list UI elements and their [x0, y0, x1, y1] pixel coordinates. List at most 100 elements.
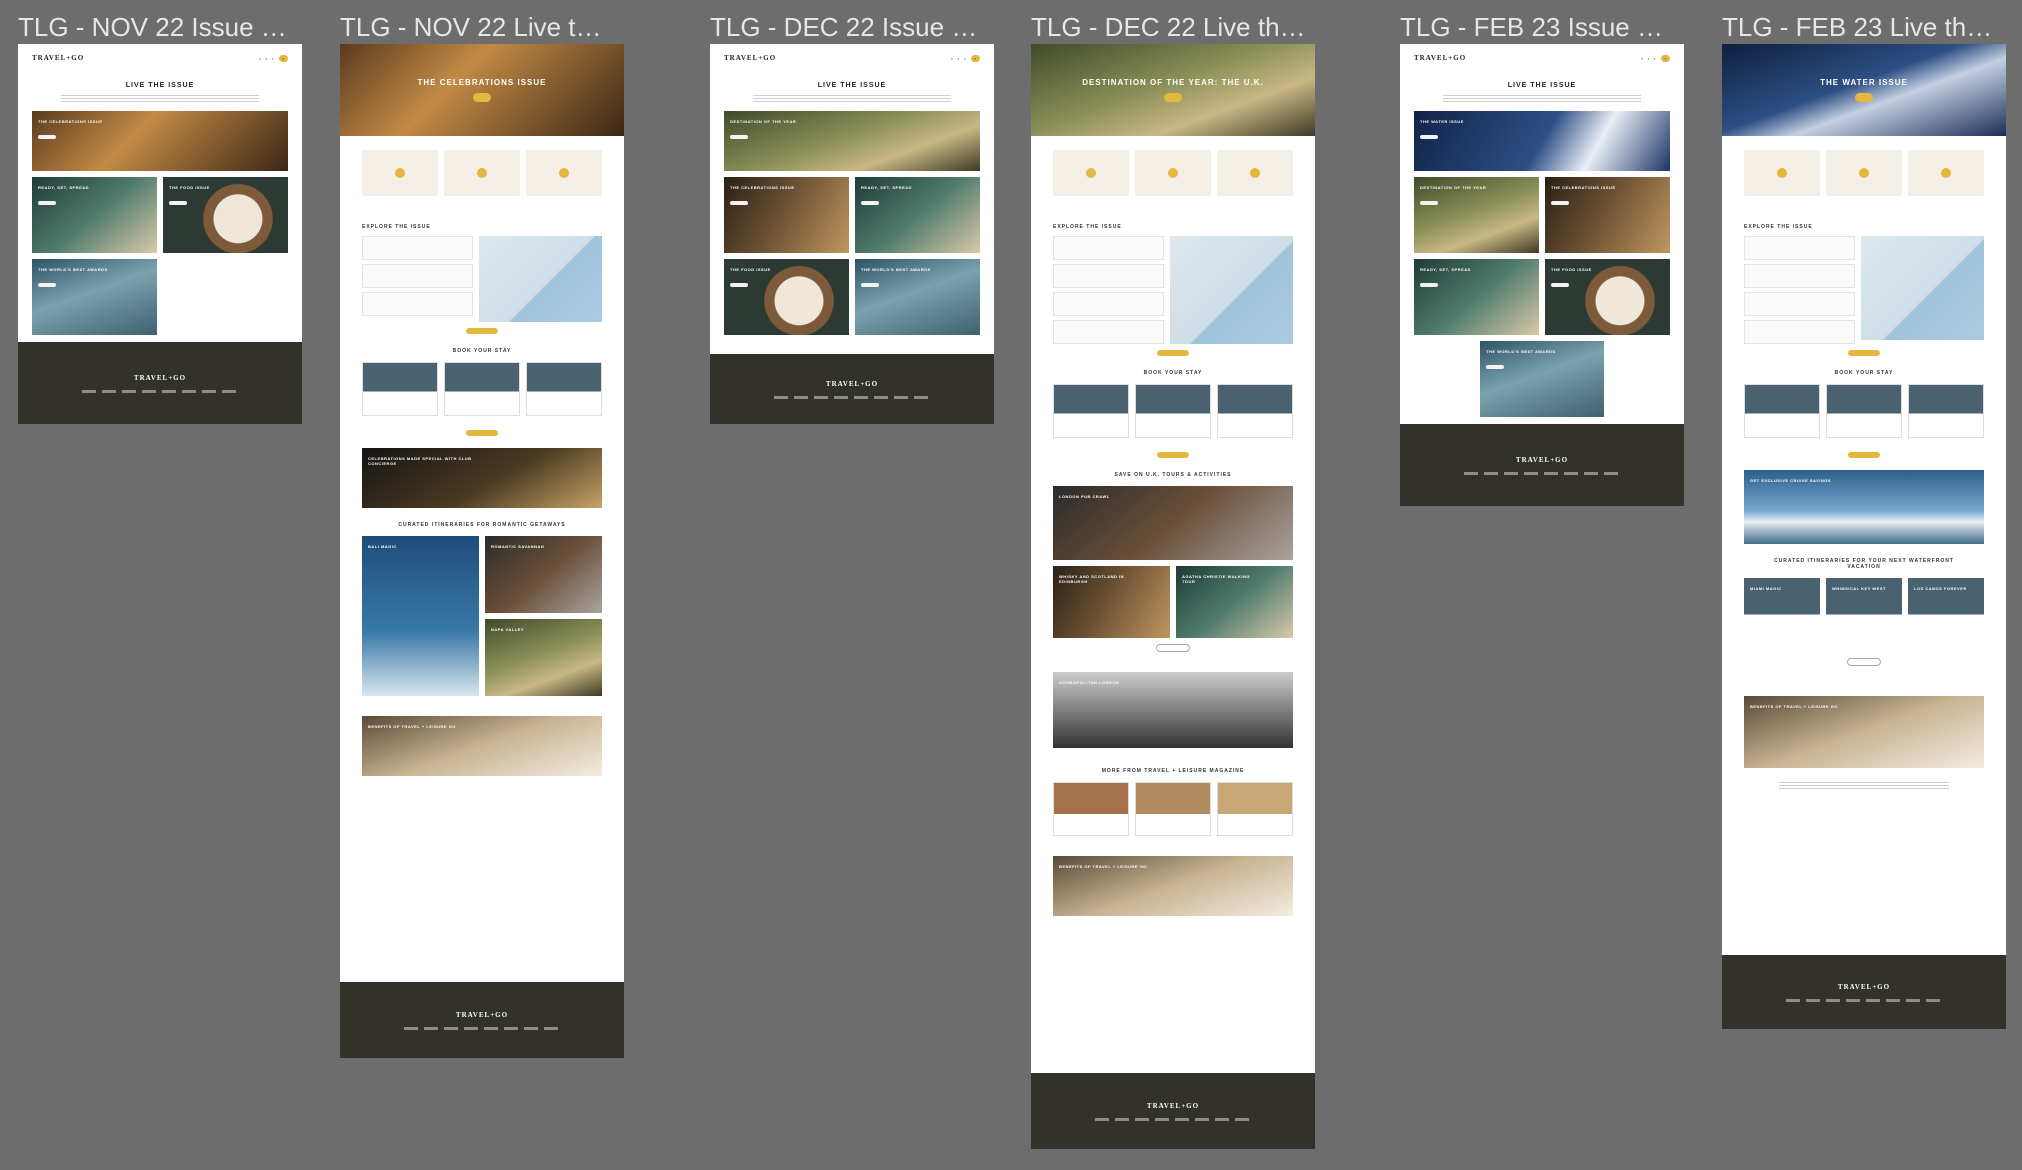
benefits-banner[interactable]: BENEFITS OF TRAVEL + LEISURE GO: [1744, 696, 1984, 768]
issue-card[interactable]: THE WORLD'S BEST AWARDS: [1480, 341, 1604, 417]
nov-live-frame[interactable]: THE CELEBRATIONS ISSUE EXPLORE THE ISSUE…: [340, 44, 624, 1058]
view-all-button[interactable]: [1156, 644, 1190, 652]
issue-card[interactable]: DESTINATION OF THE YEAR: [1414, 177, 1539, 253]
issue-card-label: DESTINATION OF THE YEAR: [1420, 185, 1487, 190]
benefits-banner[interactable]: BENEFITS OF TRAVEL + LEISURE GO: [362, 716, 602, 776]
issue-card[interactable]: THE FOOD ISSUE: [163, 177, 288, 253]
itinerary-card[interactable]: BALI MAGIC: [362, 536, 479, 696]
hero-cta[interactable]: [1855, 93, 1873, 102]
section-title: EXPLORE THE ISSUE: [1053, 224, 1122, 230]
hero-cta[interactable]: [1164, 93, 1182, 102]
issue-card[interactable]: THE WATER ISSUE: [1414, 111, 1670, 171]
footer-logo[interactable]: TRAVEL+GO: [456, 1011, 508, 1019]
site-logo[interactable]: TRAVEL+GO: [32, 54, 84, 62]
hero-banner: DESTINATION OF THE YEAR: THE U.K.: [1031, 44, 1315, 136]
site-logo[interactable]: TRAVEL+GO: [724, 54, 776, 62]
promo-banner[interactable]: CELEBRATIONS MADE SPECIAL WITH CLUB CONC…: [362, 448, 602, 508]
dec-landing-frame[interactable]: TRAVEL+GO ▪ ▪ ▪ ▪ LIVE THE ISSUE DESTINATIO…: [710, 44, 994, 424]
dec-live-frame[interactable]: DESTINATION OF THE YEAR: THE U.K. EXPLOR…: [1031, 44, 1315, 1149]
issue-card-label: THE WATER ISSUE: [1420, 119, 1464, 124]
view-more-button[interactable]: [1848, 452, 1880, 458]
feature-tiles: [340, 136, 624, 210]
tour-card[interactable]: LONDON PUB CRAWL: [1053, 486, 1293, 560]
top-nav: TRAVEL+GO ▪ ▪ ▪ ▪: [18, 44, 302, 72]
footer-logo[interactable]: TRAVEL+GO: [1516, 456, 1568, 464]
issue-card[interactable]: READY, SET, SPREAD: [32, 177, 157, 253]
issue-card[interactable]: DESTINATION OF THE YEAR: [724, 111, 980, 171]
map[interactable]: [1170, 236, 1293, 344]
view-more-button[interactable]: [466, 430, 498, 436]
footer-logo[interactable]: TRAVEL+GO: [134, 374, 186, 382]
benefits-label: BENEFITS OF TRAVEL + LEISURE GO: [1750, 704, 1838, 709]
tour-label: LONDON PUB CRAWL: [1059, 494, 1110, 499]
frame-title-5[interactable]: TLG - FEB 23 Issue Lan...: [1400, 12, 1675, 43]
map[interactable]: [479, 236, 602, 322]
itinerary-card[interactable]: MIAMI MAGIC: [1744, 578, 1820, 644]
issue-card[interactable]: THE FOOD ISSUE: [1545, 259, 1670, 335]
frame-title-2[interactable]: TLG - NOV 22 Live the i...: [340, 12, 615, 43]
issue-card-label: THE CELEBRATIONS ISSUE: [38, 119, 103, 124]
cruise-label: GET EXCLUSIVE CRUISE SAVINGS: [1750, 478, 1832, 483]
section-title: EXPLORE THE ISSUE: [1744, 224, 1813, 230]
issue-card[interactable]: THE CELEBRATIONS ISSUE: [724, 177, 849, 253]
hero-title: THE WATER ISSUE: [1820, 78, 1908, 87]
site-footer: TRAVEL+GO: [710, 354, 994, 424]
nov-landing-frame[interactable]: TRAVEL+GO ▪ ▪ ▪ ▪ LIVE THE ISSUE THE CELEBR…: [18, 44, 302, 424]
issue-card-label: THE CELEBRATIONS ISSUE: [730, 185, 795, 190]
frame-title-1[interactable]: TLG - NOV 22 Issue Lan...: [18, 12, 293, 43]
itinerary-card[interactable]: ROMANTIC SAVANNAH: [485, 536, 602, 613]
section-title: CURATED ITINERARIES FOR YOUR NEXT WATERF…: [1774, 558, 1954, 570]
map[interactable]: [1861, 236, 1984, 340]
feb-live-frame[interactable]: THE WATER ISSUE EXPLORE THE ISSUE BOOK Y…: [1722, 44, 2006, 1029]
footer-logo[interactable]: TRAVEL+GO: [826, 380, 878, 388]
footer-logo[interactable]: TRAVEL+GO: [1147, 1102, 1199, 1110]
hero-title: THE CELEBRATIONS ISSUE: [417, 78, 547, 87]
explore-button[interactable]: [1157, 350, 1189, 356]
issue-card-label: THE FOOD ISSUE: [169, 185, 210, 190]
issue-card[interactable]: THE CELEBRATIONS ISSUE: [1545, 177, 1670, 253]
itinerary-card[interactable]: LOS CABOS FOREVER: [1908, 578, 1984, 644]
benefits-banner[interactable]: BENEFITS OF TRAVEL + LEISURE GO: [1053, 856, 1293, 916]
tour-card[interactable]: COSMOPOLITAN LONDON: [1053, 672, 1293, 748]
itinerary-label: WHIMSICAL KEY WEST: [1832, 586, 1886, 591]
itinerary-card[interactable]: NAPA VALLEY: [485, 619, 602, 696]
issue-card[interactable]: THE WORLD'S BEST AWARDS: [855, 259, 980, 335]
issue-card[interactable]: THE FOOD ISSUE: [724, 259, 849, 335]
intro-title: LIVE THE ISSUE: [1507, 82, 1577, 89]
frame-title-4[interactable]: TLG - DEC 22 Live the i...: [1031, 12, 1306, 43]
promo-label: CELEBRATIONS MADE SPECIAL WITH CLUB CONC…: [368, 456, 472, 466]
issue-card-label: READY, SET, SPREAD: [1420, 267, 1472, 272]
frame-title-3[interactable]: TLG - DEC 22 Issue Lan...: [710, 12, 985, 43]
explore-button[interactable]: [1848, 350, 1880, 356]
issue-card-label: THE CELEBRATIONS ISSUE: [1551, 185, 1616, 190]
cruise-banner[interactable]: GET EXCLUSIVE CRUISE SAVINGS: [1744, 470, 1984, 544]
intro-text: [752, 93, 952, 103]
site-logo[interactable]: TRAVEL+GO: [1414, 54, 1466, 62]
view-all-button[interactable]: [1847, 658, 1881, 666]
itinerary-label: BALI MAGIC: [368, 544, 397, 549]
issue-card[interactable]: THE WORLD'S BEST AWARDS: [32, 259, 157, 335]
issue-card-label: THE WORLD'S BEST AWARDS: [38, 267, 108, 272]
itinerary-label: ROMANTIC SAVANNAH: [491, 544, 545, 549]
footer-logo[interactable]: TRAVEL+GO: [1838, 983, 1890, 991]
feature-tiles: [1031, 136, 1315, 210]
site-footer: TRAVEL+GO: [1031, 1073, 1315, 1149]
top-nav: TRAVEL+GO ▪ ▪ ▪ ▪: [1400, 44, 1684, 72]
issue-card[interactable]: READY, SET, SPREAD: [1414, 259, 1539, 335]
frame-title-6[interactable]: TLG - FEB 23 Live the is...: [1722, 12, 2002, 43]
tour-card[interactable]: AGATHA CHRISTIE WALKING TOUR: [1176, 566, 1293, 638]
hero-banner: THE CELEBRATIONS ISSUE: [340, 44, 624, 136]
explore-button[interactable]: [466, 328, 498, 334]
issue-card[interactable]: THE CELEBRATIONS ISSUE: [32, 111, 288, 171]
issue-card[interactable]: READY, SET, SPREAD: [855, 177, 980, 253]
issue-card-label: READY, SET, SPREAD: [38, 185, 90, 190]
view-more-button[interactable]: [1157, 452, 1189, 458]
site-footer: TRAVEL+GO: [1722, 955, 2006, 1029]
hero-banner: THE WATER ISSUE: [1722, 44, 2006, 136]
itinerary-card[interactable]: WHIMSICAL KEY WEST: [1826, 578, 1902, 644]
tour-card[interactable]: WHISKY AND SCOTLAND IN EDINBURGH: [1053, 566, 1170, 638]
hero-cta[interactable]: [473, 93, 491, 102]
benefits-label: BENEFITS OF TRAVEL + LEISURE GO: [1059, 864, 1147, 869]
itinerary-label: MIAMI MAGIC: [1750, 586, 1782, 591]
feb-landing-frame[interactable]: TRAVEL+GO ▪ ▪ ▪ ▪ LIVE THE ISSUE THE WATER …: [1400, 44, 1684, 506]
